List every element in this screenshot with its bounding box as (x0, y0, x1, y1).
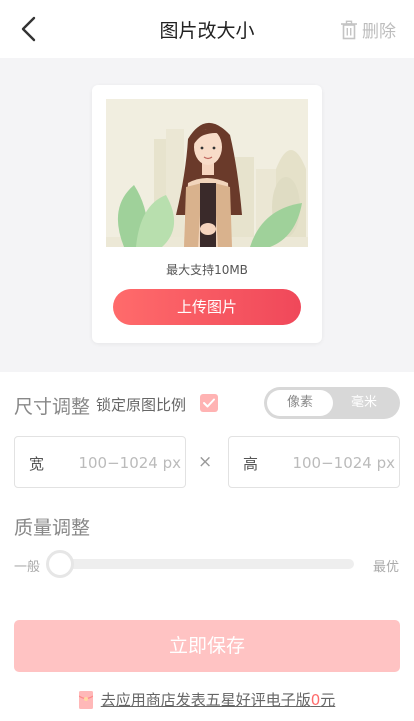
promo-text: 去应用商店发表五星好评电子版0元 (100, 691, 336, 709)
width-input[interactable] (61, 449, 181, 477)
width-field[interactable]: 宽 (14, 436, 186, 488)
preview-area: 最大支持10MB 上传图片 (0, 58, 414, 372)
lock-ratio-label: 锁定原图比例 (96, 396, 187, 414)
save-button[interactable]: 立即保存 (14, 620, 400, 672)
upload-image-button[interactable]: 上传图片 (113, 289, 301, 325)
quality-slider-thumb[interactable] (46, 550, 74, 578)
upload-card: 最大支持10MB 上传图片 (92, 85, 322, 343)
unit-option-millimeter[interactable]: 毫米 (331, 390, 397, 416)
size-adjust-label: 尺寸调整 (14, 396, 91, 418)
delete-button[interactable]: 删除 (340, 17, 396, 42)
header: 图片改大小 删除 (0, 0, 414, 58)
checkmark-icon (203, 398, 215, 408)
size-hint: 最大支持10MB (166, 263, 248, 277)
delete-label: 删除 (362, 22, 396, 42)
placeholder-illustration (106, 99, 308, 247)
height-input[interactable] (275, 449, 395, 477)
promo-price: 0 (310, 691, 321, 709)
quality-high-label: 最优 (373, 560, 400, 575)
height-label: 高 (243, 455, 259, 473)
unit-toggle[interactable]: 像素 毫米 (264, 387, 400, 419)
red-envelope-icon (78, 690, 93, 709)
quality-slider-track[interactable] (56, 559, 354, 569)
quality-low-label: 一般 (14, 560, 41, 575)
lock-ratio-checkbox[interactable] (200, 394, 218, 412)
times-sign: × (198, 452, 213, 472)
review-promo-link[interactable]: 去应用商店发表五星好评电子版0元 (0, 689, 414, 710)
size-adjust-row: 尺寸调整 锁定原图比例 像素 毫米 (14, 387, 400, 420)
trash-icon (341, 20, 357, 39)
unit-option-pixel[interactable]: 像素 (267, 390, 333, 416)
width-label: 宽 (29, 455, 45, 473)
height-field[interactable]: 高 (228, 436, 400, 488)
quality-adjust-label: 质量调整 (14, 517, 91, 539)
